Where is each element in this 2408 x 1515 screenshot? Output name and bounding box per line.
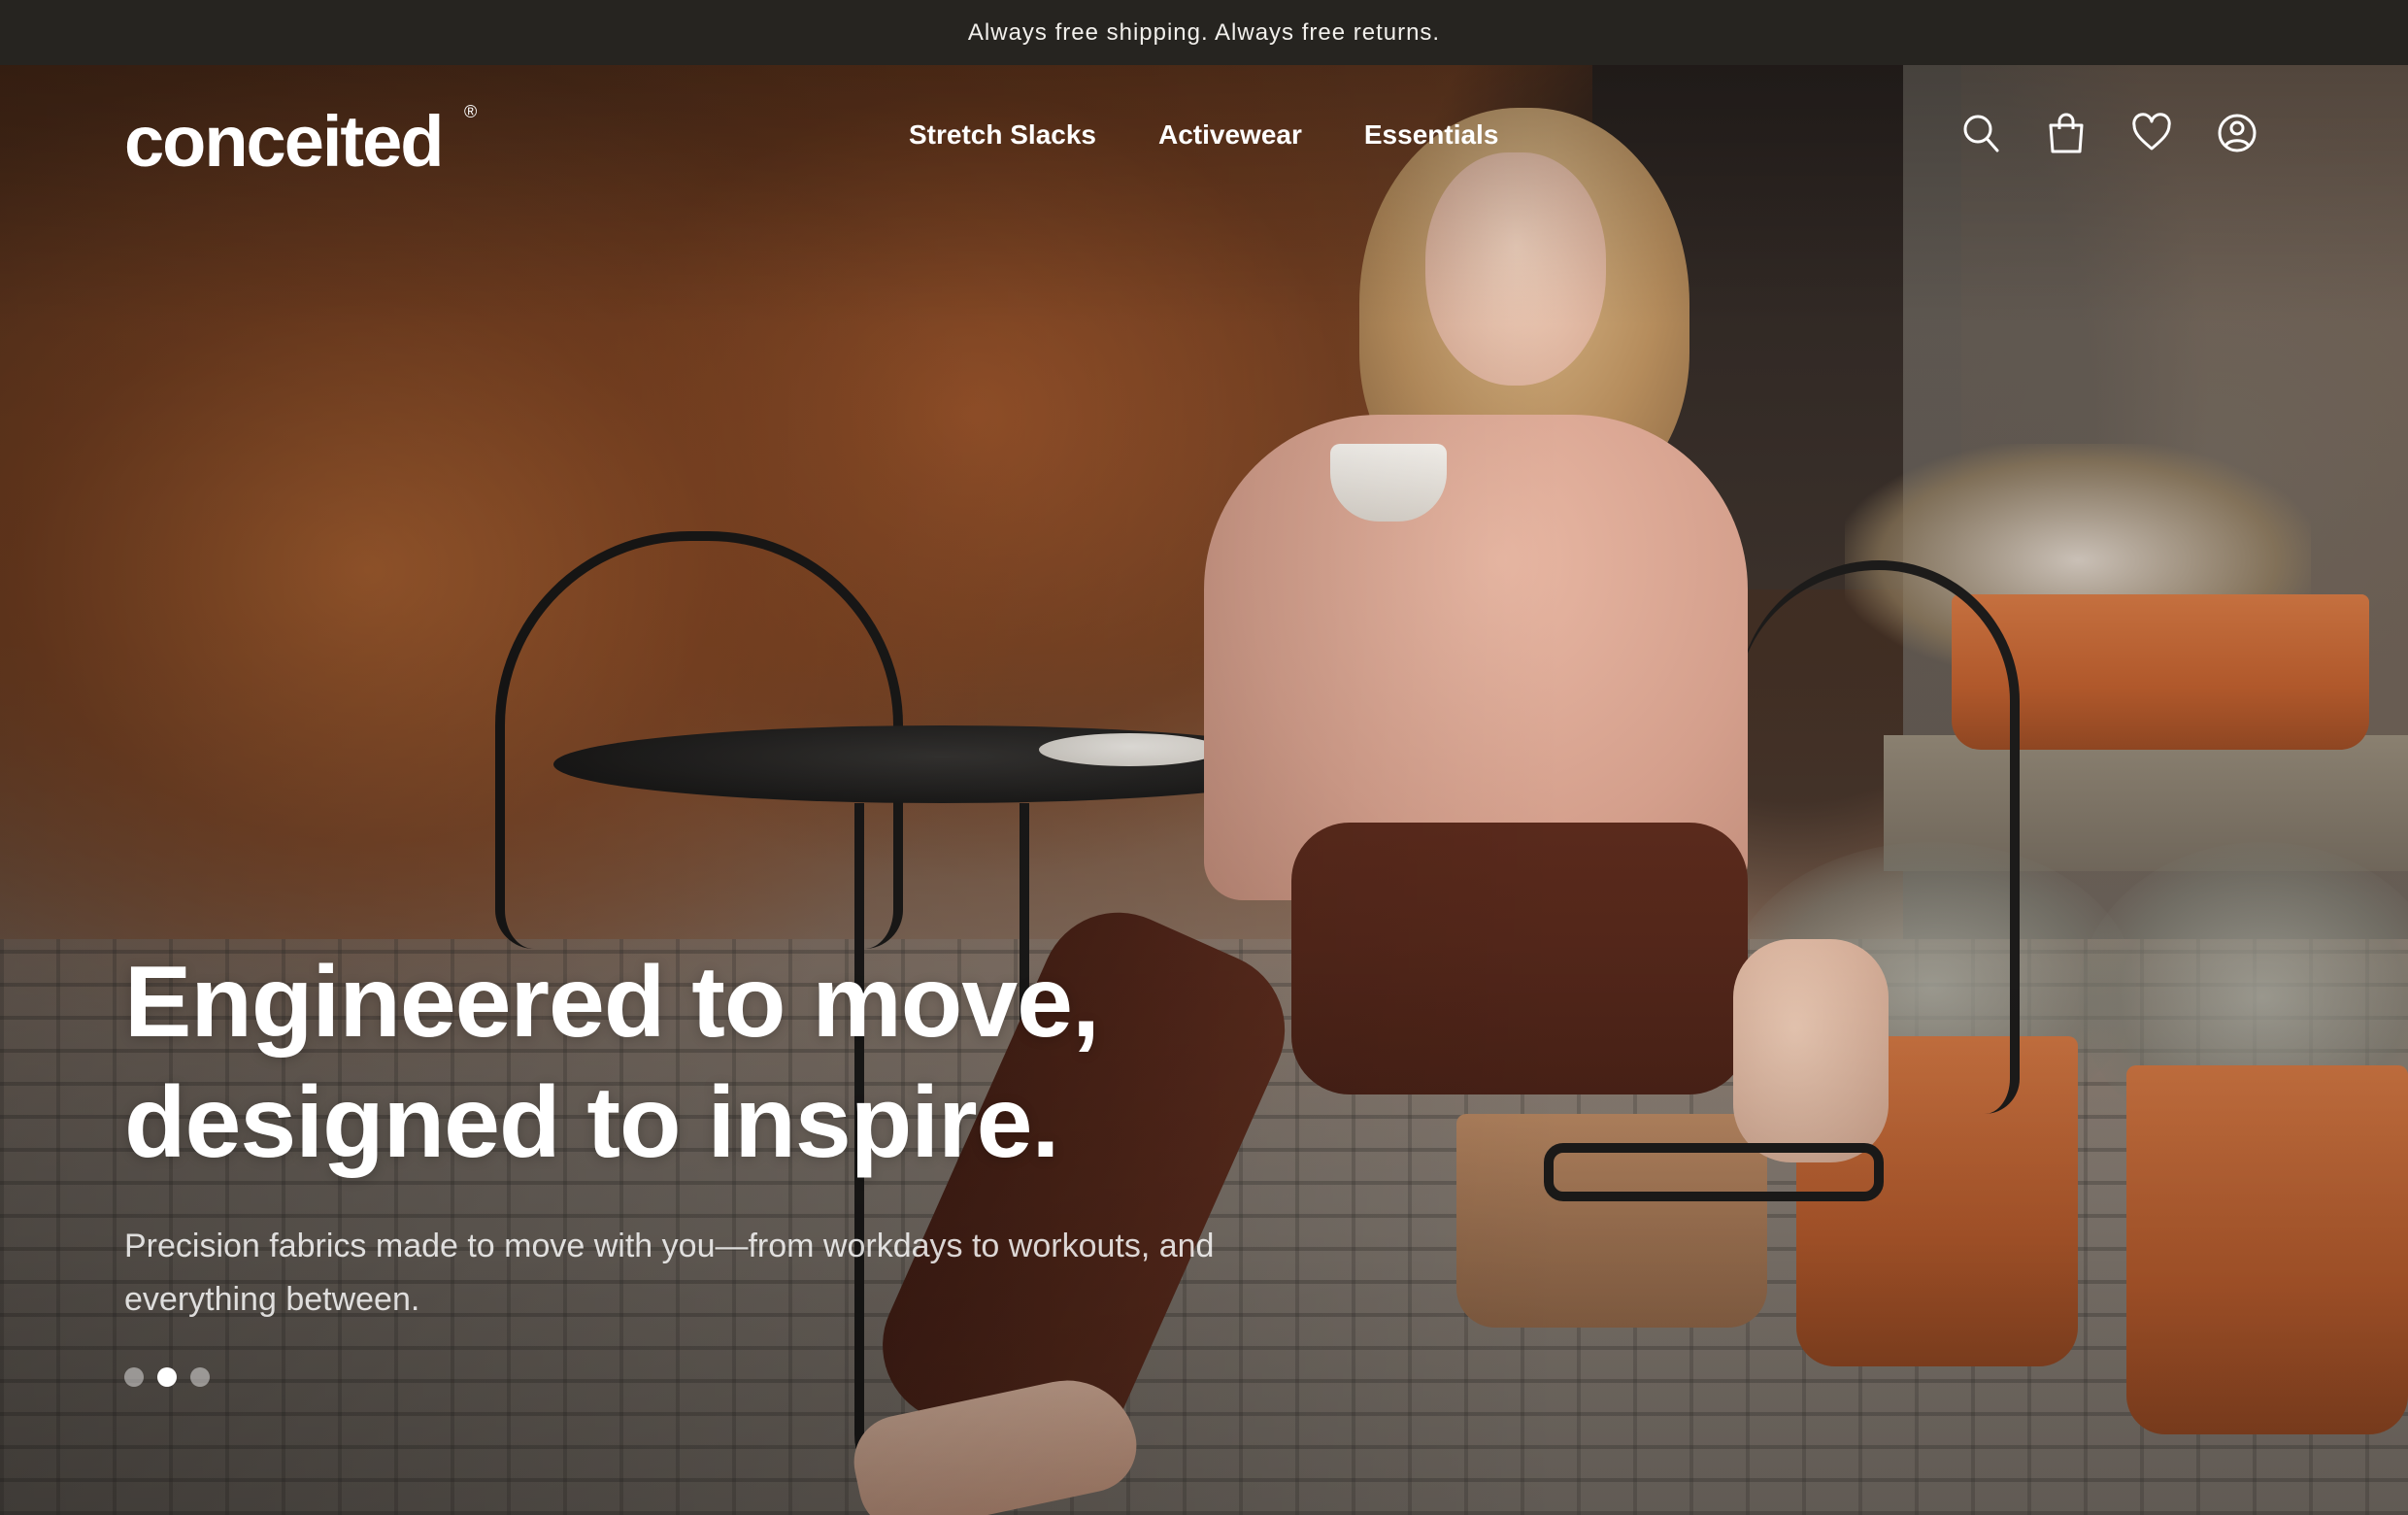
main-nav: Stretch Slacks Activewear Essentials — [909, 119, 1498, 151]
nav-link-activewear[interactable]: Activewear — [1158, 119, 1302, 151]
brand-logo[interactable]: conceited — [124, 100, 444, 183]
header-icons — [1961, 112, 2257, 154]
search-icon[interactable] — [1961, 112, 2000, 154]
announcement-bar: Always free shipping. Always free return… — [0, 0, 2408, 65]
hero-headline: Engineered to move, designed to inspire. — [124, 942, 1387, 1183]
carousel-dot-1[interactable] — [124, 1367, 144, 1387]
account-icon[interactable] — [2218, 112, 2257, 154]
registered-mark: ® — [464, 102, 478, 121]
carousel-dot-3[interactable] — [190, 1367, 210, 1387]
hero-subtext: Precision fabrics made to move with you—… — [124, 1228, 1215, 1318]
wishlist-icon[interactable] — [2132, 112, 2171, 154]
hero-headline-line2: designed to inspire. — [124, 1066, 1059, 1179]
carousel-dots — [124, 1367, 210, 1387]
announcement-text: Always free shipping. Always free return… — [967, 18, 1441, 46]
hero-content: Engineered to move, designed to inspire.… — [124, 942, 1387, 1327]
site-header: conceited ® Stretch Slacks Activewear Es… — [0, 65, 2408, 211]
hero-headline-line1: Engineered to move, — [124, 946, 1100, 1059]
cart-icon[interactable] — [2047, 112, 2086, 154]
nav-link-stretch-slacks[interactable]: Stretch Slacks — [909, 119, 1096, 151]
carousel-dot-2[interactable] — [157, 1367, 177, 1387]
nav-link-essentials[interactable]: Essentials — [1364, 119, 1499, 151]
